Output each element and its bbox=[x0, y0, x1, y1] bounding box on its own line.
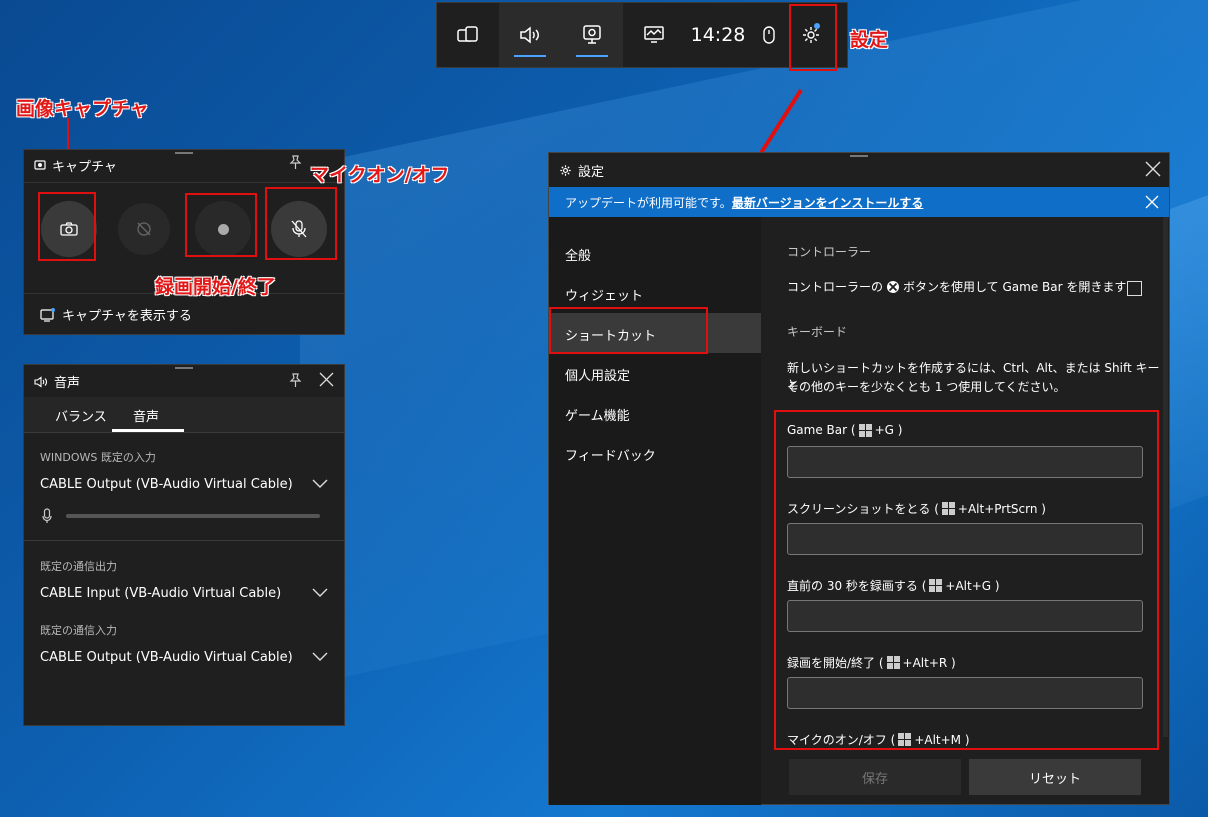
annotation-mic: マイクオン/オフ bbox=[310, 164, 450, 186]
highlight-mic bbox=[265, 187, 337, 260]
save-button[interactable]: 保存 bbox=[789, 759, 961, 795]
update-banner-text: アップデートが利用可能です。 bbox=[565, 195, 732, 210]
nav-personalization[interactable]: 個人用設定 bbox=[565, 365, 630, 384]
performance-widget-button[interactable] bbox=[623, 3, 685, 67]
controller-section-title: コントローラー bbox=[787, 245, 872, 259]
active-underline bbox=[514, 55, 546, 57]
install-update-link[interactable]: 最新バージョンをインストールする bbox=[732, 194, 924, 211]
capture-widget-button[interactable] bbox=[561, 3, 623, 67]
mouse-icon bbox=[763, 26, 775, 44]
pin-icon[interactable] bbox=[288, 154, 302, 174]
update-banner: アップデートが利用可能です。 最新バージョンをインストールする bbox=[549, 187, 1169, 217]
tab-balance[interactable]: バランス bbox=[55, 406, 107, 425]
settings-title: 設定 bbox=[559, 161, 604, 180]
input-section-label: WINDOWS 既定の入力 bbox=[40, 451, 156, 464]
close-button[interactable] bbox=[319, 372, 334, 391]
highlight-settings bbox=[789, 4, 837, 71]
comm-input-select[interactable]: CABLE Output (VB-Audio Virtual Cable) bbox=[40, 650, 293, 665]
gear-icon bbox=[560, 165, 571, 176]
drag-handle[interactable] bbox=[175, 367, 193, 369]
speaker-icon bbox=[520, 26, 539, 44]
comm-output-select[interactable]: CABLE Input (VB-Audio Virtual Cable) bbox=[40, 586, 281, 601]
comm-input-label: 既定の通信入力 bbox=[40, 624, 117, 637]
settings-nav: 全般 ウィジェット ショートカット 個人用設定 ゲーム機能 フィードバック bbox=[549, 217, 761, 805]
drag-handle[interactable] bbox=[850, 155, 868, 157]
close-button[interactable] bbox=[1145, 161, 1161, 181]
nav-gaming-features[interactable]: ゲーム機能 bbox=[565, 405, 630, 424]
audio-title-label: 音声 bbox=[54, 376, 81, 391]
active-underline bbox=[576, 55, 608, 57]
drag-handle[interactable] bbox=[175, 152, 193, 154]
record-last-30s-button[interactable] bbox=[118, 203, 170, 255]
widget-menu-icon bbox=[457, 26, 478, 42]
keyboard-section-title: キーボード bbox=[787, 325, 848, 339]
speaker-icon bbox=[34, 375, 48, 388]
chevron-down-icon[interactable] bbox=[312, 479, 328, 489]
gallery-icon bbox=[40, 307, 55, 322]
controller-option-label: コントローラーの ボタンを使用して Game Bar を開きます bbox=[787, 280, 1127, 294]
keyboard-desc-2: その他のキーを少なくとも 1 つ使用してください。 bbox=[787, 380, 1066, 394]
controller-checkbox[interactable] bbox=[1127, 281, 1142, 296]
nav-general[interactable]: 全般 bbox=[565, 245, 591, 264]
show-captures-label: キャプチャを表示する bbox=[62, 309, 192, 324]
input-volume-slider[interactable] bbox=[66, 514, 320, 518]
xbox-icon bbox=[887, 280, 900, 293]
comm-output-label: 既定の通信出力 bbox=[40, 560, 117, 573]
monitor-chart-icon bbox=[644, 26, 664, 43]
audio-widget-button[interactable] bbox=[499, 3, 561, 67]
capture-title: キャプチャ bbox=[34, 156, 117, 175]
highlight-screenshot bbox=[38, 192, 96, 261]
capture-title-label: キャプチャ bbox=[52, 160, 117, 175]
close-icon bbox=[1145, 161, 1161, 177]
audio-title: 音声 bbox=[34, 372, 80, 391]
capture-icon bbox=[34, 159, 46, 170]
close-icon bbox=[319, 372, 334, 387]
chevron-down-icon[interactable] bbox=[312, 652, 328, 662]
chevron-down-icon[interactable] bbox=[312, 588, 328, 598]
input-device-select[interactable]: CABLE Output (VB-Audio Virtual Cable) bbox=[40, 477, 293, 492]
capture-icon bbox=[583, 25, 601, 44]
show-captures-link[interactable]: キャプチャを表示する bbox=[40, 305, 192, 324]
settings-title-label: 設定 bbox=[578, 165, 605, 180]
nav-widgets[interactable]: ウィジェット bbox=[565, 285, 643, 304]
highlight-shortcut-fields bbox=[774, 410, 1159, 750]
reset-button[interactable]: リセット bbox=[969, 759, 1141, 795]
close-icon[interactable] bbox=[1145, 195, 1159, 209]
record-disabled-icon bbox=[137, 222, 151, 236]
annotation-capture-image: 画像キャプチャ bbox=[16, 98, 149, 120]
nav-feedback[interactable]: フィードバック bbox=[565, 445, 656, 464]
widget-menu-button[interactable] bbox=[437, 3, 499, 67]
pin-icon[interactable] bbox=[288, 372, 302, 392]
highlight-shortcuts-nav bbox=[549, 307, 708, 354]
microphone-icon bbox=[42, 508, 52, 523]
tab-audio[interactable]: 音声 bbox=[133, 406, 159, 425]
highlight-record bbox=[185, 193, 257, 257]
audio-widget: 音声 バランス 音声 WINDOWS 既定の入力 CABLE Output (V… bbox=[23, 364, 345, 726]
mouse-lock-button[interactable] bbox=[751, 3, 787, 67]
scrollbar[interactable] bbox=[1163, 217, 1168, 737]
clock: 14:28 bbox=[690, 24, 746, 46]
annotation-record: 録画開始/終了 bbox=[155, 276, 276, 298]
game-bar-top: 14:28 bbox=[436, 2, 848, 68]
annotation-settings: 設定 bbox=[850, 29, 889, 51]
